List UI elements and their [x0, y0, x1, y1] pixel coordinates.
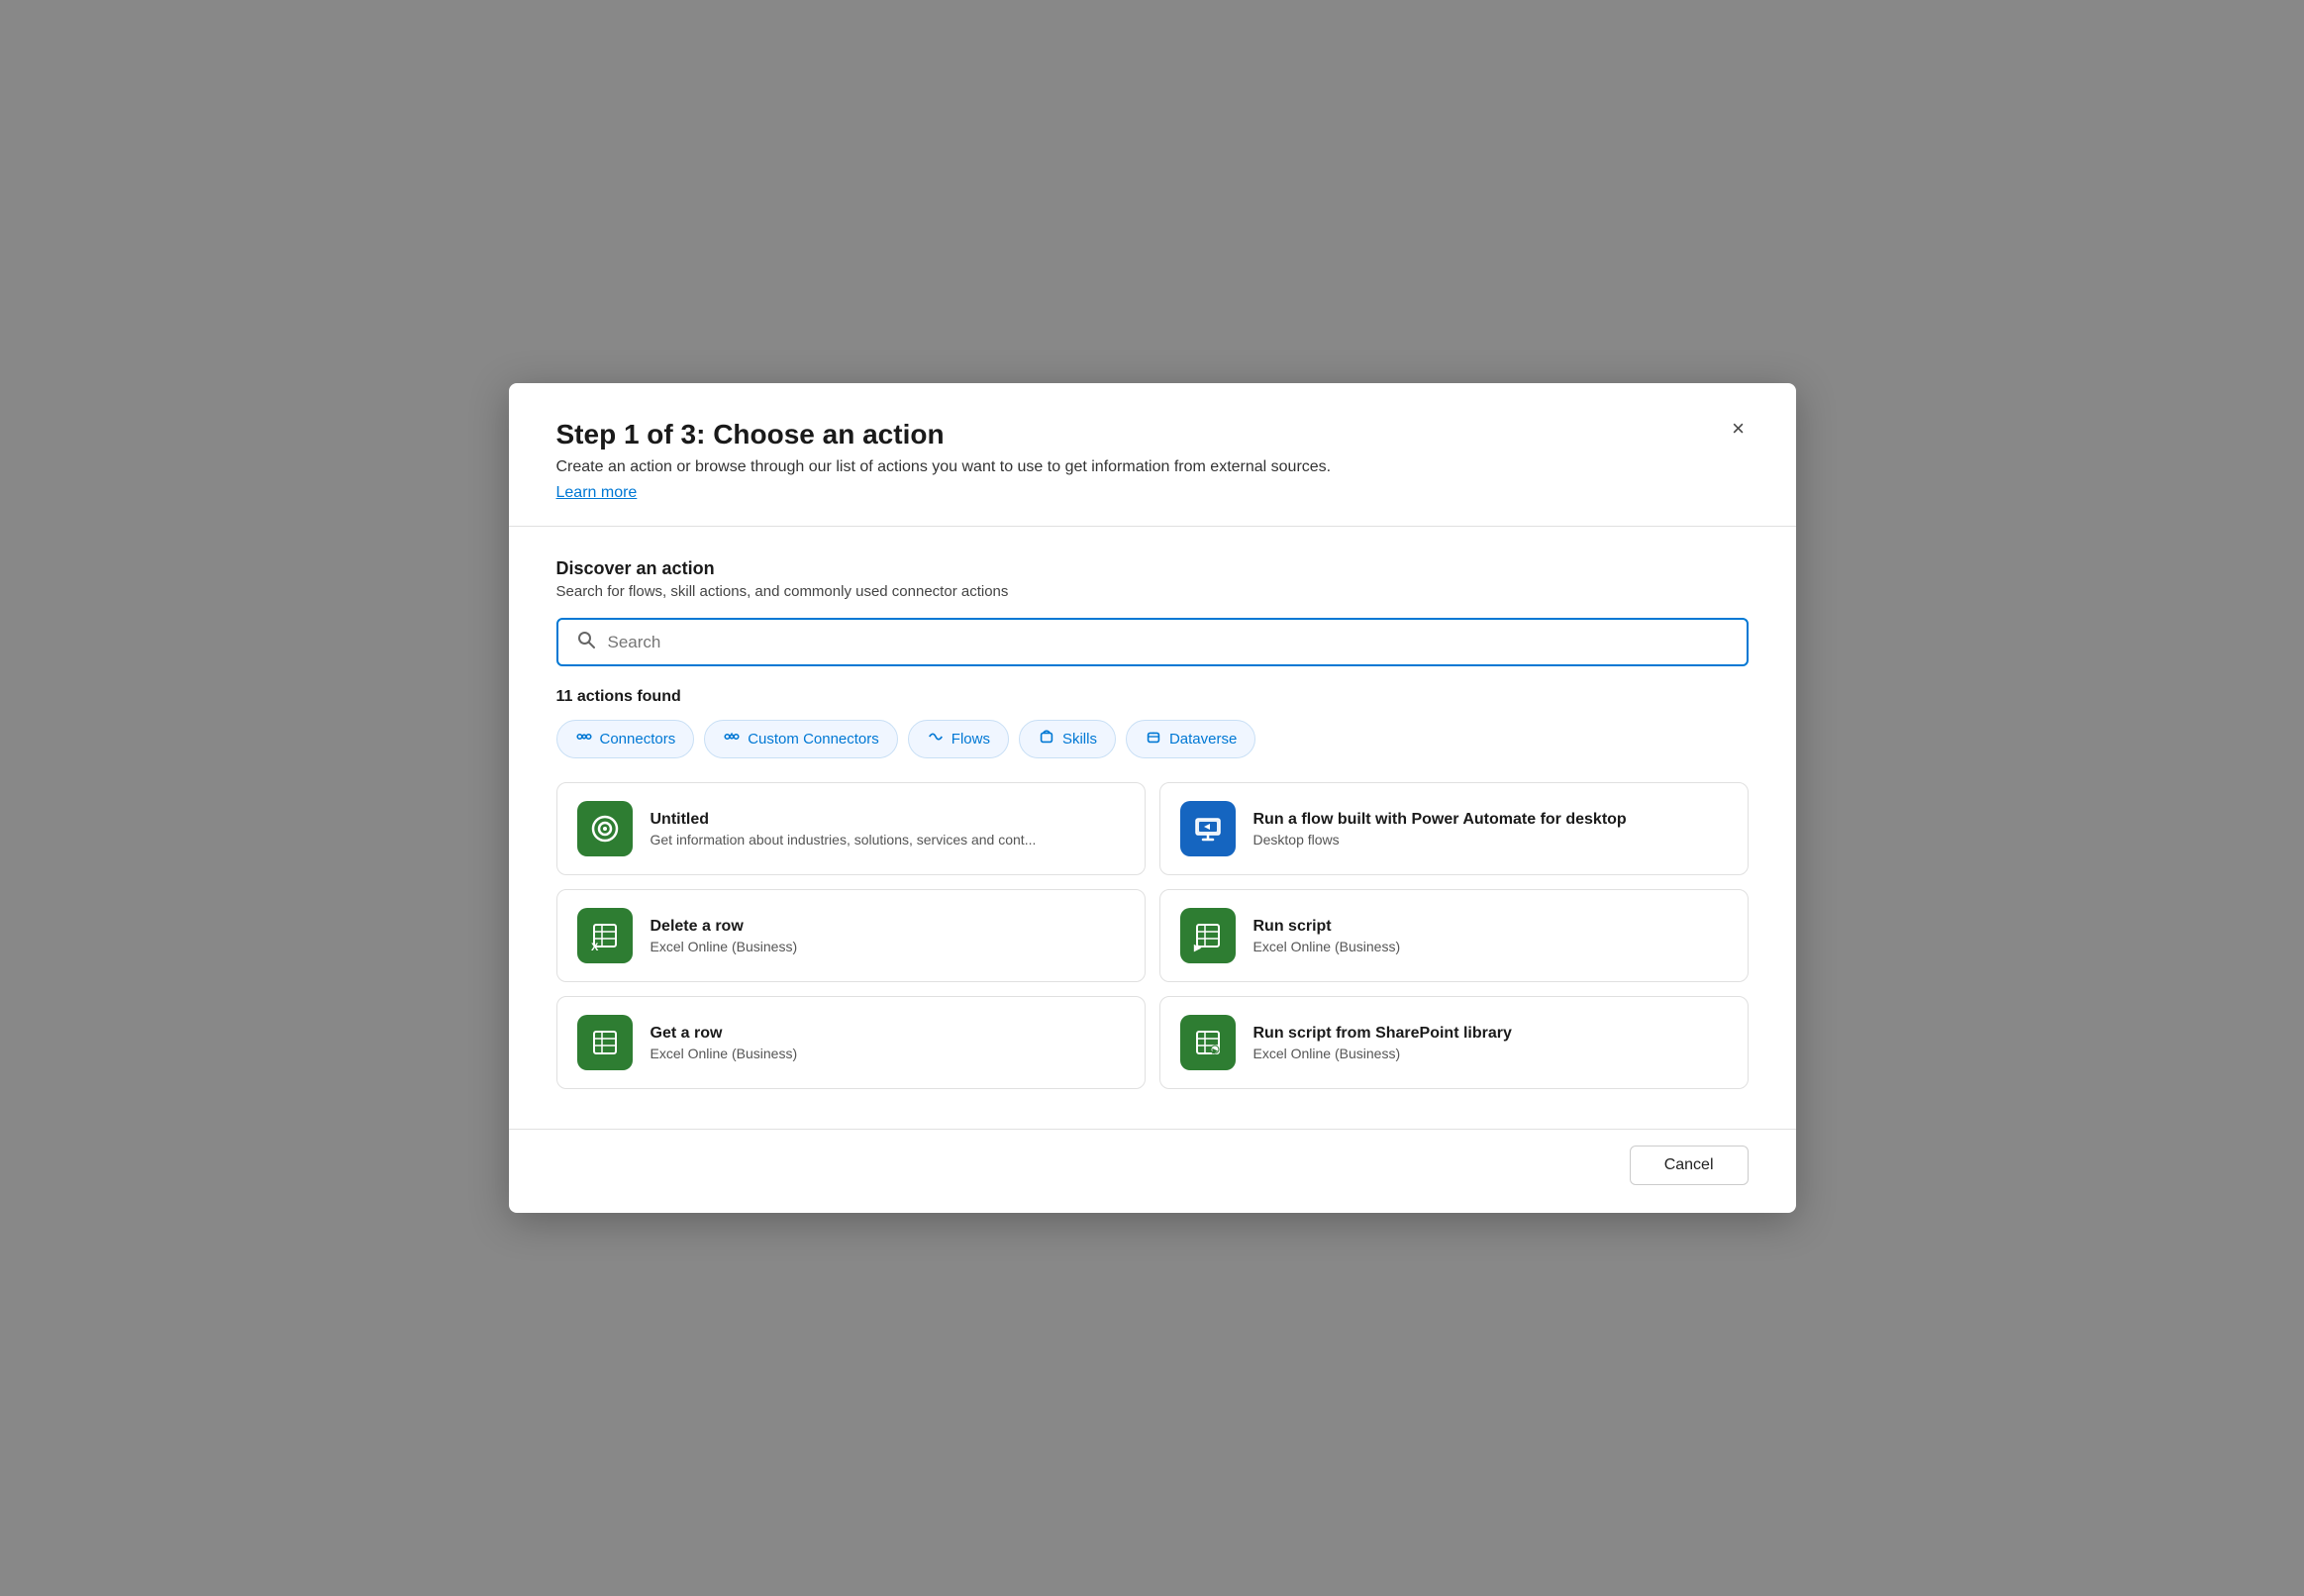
- search-input[interactable]: [608, 633, 1729, 652]
- action-name-run-script-sharepoint: Run script from SharePoint library: [1253, 1025, 1512, 1043]
- filter-flows-label: Flows: [952, 731, 990, 748]
- action-card-run-script-sharepoint[interactable]: ▶ Run script from SharePoint library Exc…: [1159, 996, 1749, 1089]
- dialog-body: Discover an action Search for flows, ski…: [509, 527, 1796, 1121]
- dialog-title: Step 1 of 3: Choose an action: [556, 419, 1749, 450]
- dialog: Step 1 of 3: Choose an action Create an …: [509, 383, 1796, 1213]
- filter-skills-label: Skills: [1062, 731, 1097, 748]
- action-name-run-script: Run script: [1253, 918, 1401, 936]
- dialog-subtitle: Create an action or browse through our l…: [556, 458, 1749, 476]
- action-desc-untitled: Get information about industries, soluti…: [651, 832, 1037, 848]
- search-icon: [576, 630, 596, 654]
- action-name-untitled: Untitled: [651, 811, 1037, 829]
- filter-tab-dataverse[interactable]: Dataverse: [1126, 720, 1255, 758]
- action-card-run-desktop[interactable]: Run a flow built with Power Automate for…: [1159, 782, 1749, 875]
- action-desc-get-row: Excel Online (Business): [651, 1046, 798, 1061]
- discover-title: Discover an action: [556, 558, 1749, 579]
- flows-icon: [927, 728, 945, 750]
- action-icon-run-desktop: [1180, 801, 1236, 856]
- action-name-delete-row: Delete a row: [651, 918, 798, 936]
- custom-connector-icon: [723, 728, 741, 750]
- action-icon-get-row: [577, 1015, 633, 1070]
- action-icon-run-script-sharepoint: ▶: [1180, 1015, 1236, 1070]
- action-desc-run-desktop: Desktop flows: [1253, 832, 1627, 848]
- cancel-button[interactable]: Cancel: [1630, 1146, 1749, 1185]
- action-card-delete-row[interactable]: X Delete a row Excel Online (Business): [556, 889, 1146, 982]
- filter-custom-connectors-label: Custom Connectors: [748, 731, 879, 748]
- action-card-untitled[interactable]: Untitled Get information about industrie…: [556, 782, 1146, 875]
- filter-connectors-label: Connectors: [600, 731, 676, 748]
- filter-dataverse-label: Dataverse: [1169, 731, 1237, 748]
- filter-tab-custom-connectors[interactable]: Custom Connectors: [704, 720, 898, 758]
- search-box[interactable]: [556, 618, 1749, 666]
- action-icon-delete-row: X: [577, 908, 633, 963]
- close-button[interactable]: ×: [1721, 411, 1756, 447]
- skills-icon: [1038, 728, 1055, 750]
- action-desc-run-script-sharepoint: Excel Online (Business): [1253, 1046, 1512, 1061]
- action-icon-run-script: ▶: [1180, 908, 1236, 963]
- action-card-get-row[interactable]: Get a row Excel Online (Business): [556, 996, 1146, 1089]
- action-card-run-script[interactable]: ▶ Run script Excel Online (Business): [1159, 889, 1749, 982]
- learn-more-link[interactable]: Learn more: [556, 484, 638, 501]
- action-desc-run-script: Excel Online (Business): [1253, 939, 1401, 954]
- action-icon-untitled: [577, 801, 633, 856]
- dialog-footer: Cancel: [509, 1129, 1796, 1213]
- filter-tab-connectors[interactable]: Connectors: [556, 720, 695, 758]
- discover-subtitle: Search for flows, skill actions, and com…: [556, 583, 1749, 600]
- svg-text:▶: ▶: [1193, 943, 1202, 952]
- action-name-get-row: Get a row: [651, 1025, 798, 1043]
- svg-text:X: X: [591, 942, 599, 952]
- svg-text:▶: ▶: [1211, 1048, 1218, 1055]
- filter-tab-skills[interactable]: Skills: [1019, 720, 1116, 758]
- dataverse-icon: [1145, 728, 1162, 750]
- action-desc-delete-row: Excel Online (Business): [651, 939, 798, 954]
- actions-found-label: 11 actions found: [556, 688, 1749, 706]
- actions-grid: Untitled Get information about industrie…: [556, 782, 1749, 1089]
- action-name-run-desktop: Run a flow built with Power Automate for…: [1253, 811, 1627, 829]
- connector-icon: [575, 728, 593, 750]
- filter-tabs: Connectors Custom Connectors: [556, 720, 1749, 758]
- filter-tab-flows[interactable]: Flows: [908, 720, 1009, 758]
- dialog-header: Step 1 of 3: Choose an action Create an …: [509, 383, 1796, 527]
